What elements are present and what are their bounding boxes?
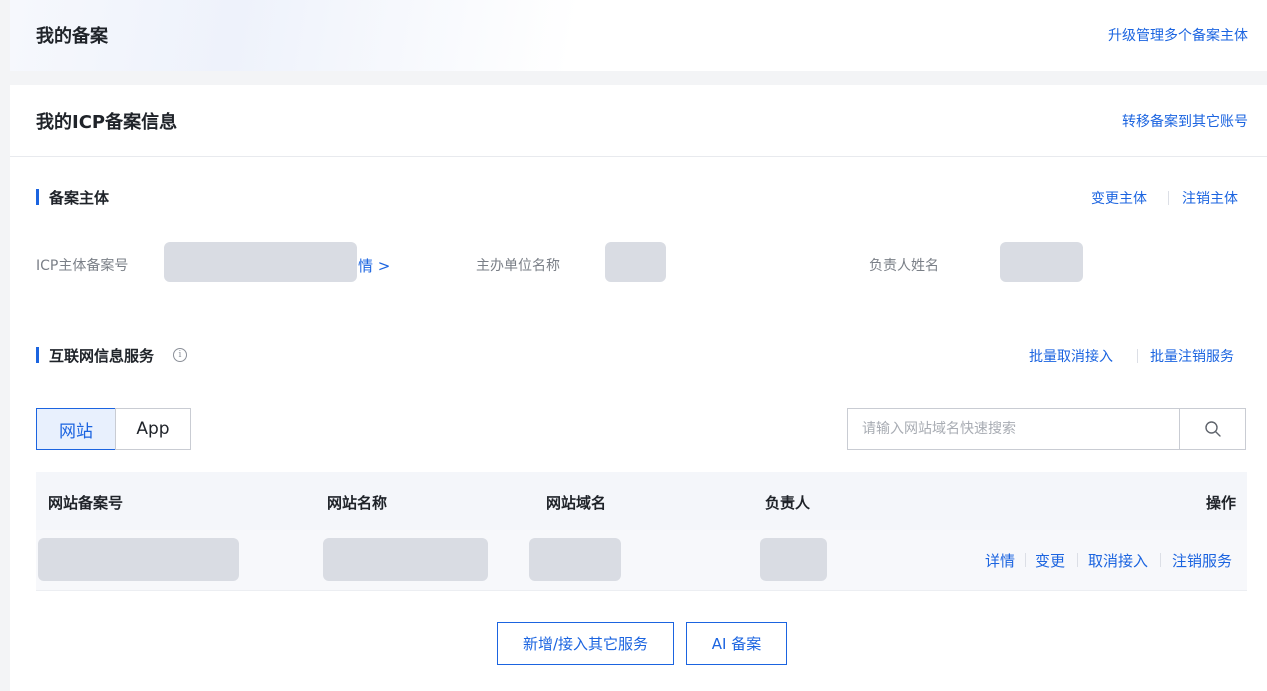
row-unlink-link[interactable]: 取消接入	[1088, 550, 1148, 571]
change-subject-link[interactable]: 变更主体	[1091, 188, 1147, 208]
row-cancel-service-link[interactable]: 注销服务	[1172, 550, 1232, 571]
add-service-button[interactable]: 新增/接入其它服务	[497, 622, 674, 665]
transfer-filing-link[interactable]: 转移备案到其它账号	[1122, 111, 1248, 131]
column-header: 网站域名	[546, 494, 607, 512]
tab-website[interactable]: 网站	[36, 408, 116, 450]
header-card	[10, 0, 1267, 71]
services-section-title: 互联网信息服务	[49, 347, 155, 365]
icp-info-card	[10, 85, 1267, 691]
table-header	[36, 472, 1247, 530]
org-name-label: 主办单位名称	[476, 258, 560, 274]
search-button[interactable]	[1179, 408, 1246, 450]
icp-title: 我的ICP备案信息	[36, 112, 178, 133]
info-icon[interactable]: i	[173, 348, 187, 362]
batch-cancel-link[interactable]: 批量注销服务	[1150, 346, 1234, 366]
cancel-subject-link[interactable]: 注销主体	[1182, 188, 1238, 208]
site-name-redacted	[323, 538, 488, 581]
subject-section-title: 备案主体	[49, 189, 110, 207]
section-marker	[36, 347, 39, 363]
column-header: 操作	[1205, 494, 1236, 512]
column-header: 负责人	[765, 494, 811, 512]
owner-name-redacted	[1000, 242, 1083, 282]
owner-name-label: 负责人姓名	[869, 258, 939, 274]
site-domain-redacted	[529, 538, 621, 581]
column-header: 网站备案号	[48, 494, 124, 512]
upgrade-subjects-link[interactable]: 升级管理多个备案主体	[1108, 25, 1248, 45]
row-change-link[interactable]: 变更	[1035, 550, 1065, 571]
tab-app[interactable]: App	[115, 408, 191, 450]
link-separator	[1137, 349, 1138, 363]
icp-number-label: ICP主体备案号	[36, 258, 129, 274]
record-number-redacted	[38, 538, 239, 581]
link-separator	[1077, 553, 1078, 567]
link-separator	[1025, 553, 1026, 567]
link-separator	[1160, 553, 1161, 567]
batch-unlink-link[interactable]: 批量取消接入	[1029, 346, 1113, 366]
row-detail-link[interactable]: 详情	[985, 550, 1015, 571]
header-divider	[10, 156, 1267, 157]
org-name-redacted	[605, 242, 666, 282]
domain-search-input[interactable]	[847, 408, 1180, 450]
link-separator	[1168, 191, 1169, 205]
subject-detail-link[interactable]: 情 >	[358, 255, 390, 276]
column-header: 网站名称	[327, 494, 388, 512]
search-icon	[1204, 421, 1221, 437]
owner-redacted	[760, 538, 827, 581]
section-marker	[36, 189, 39, 205]
ai-filing-button[interactable]: AI 备案	[686, 622, 787, 665]
page-title: 我的备案	[36, 26, 108, 47]
icp-number-redacted	[164, 242, 357, 282]
